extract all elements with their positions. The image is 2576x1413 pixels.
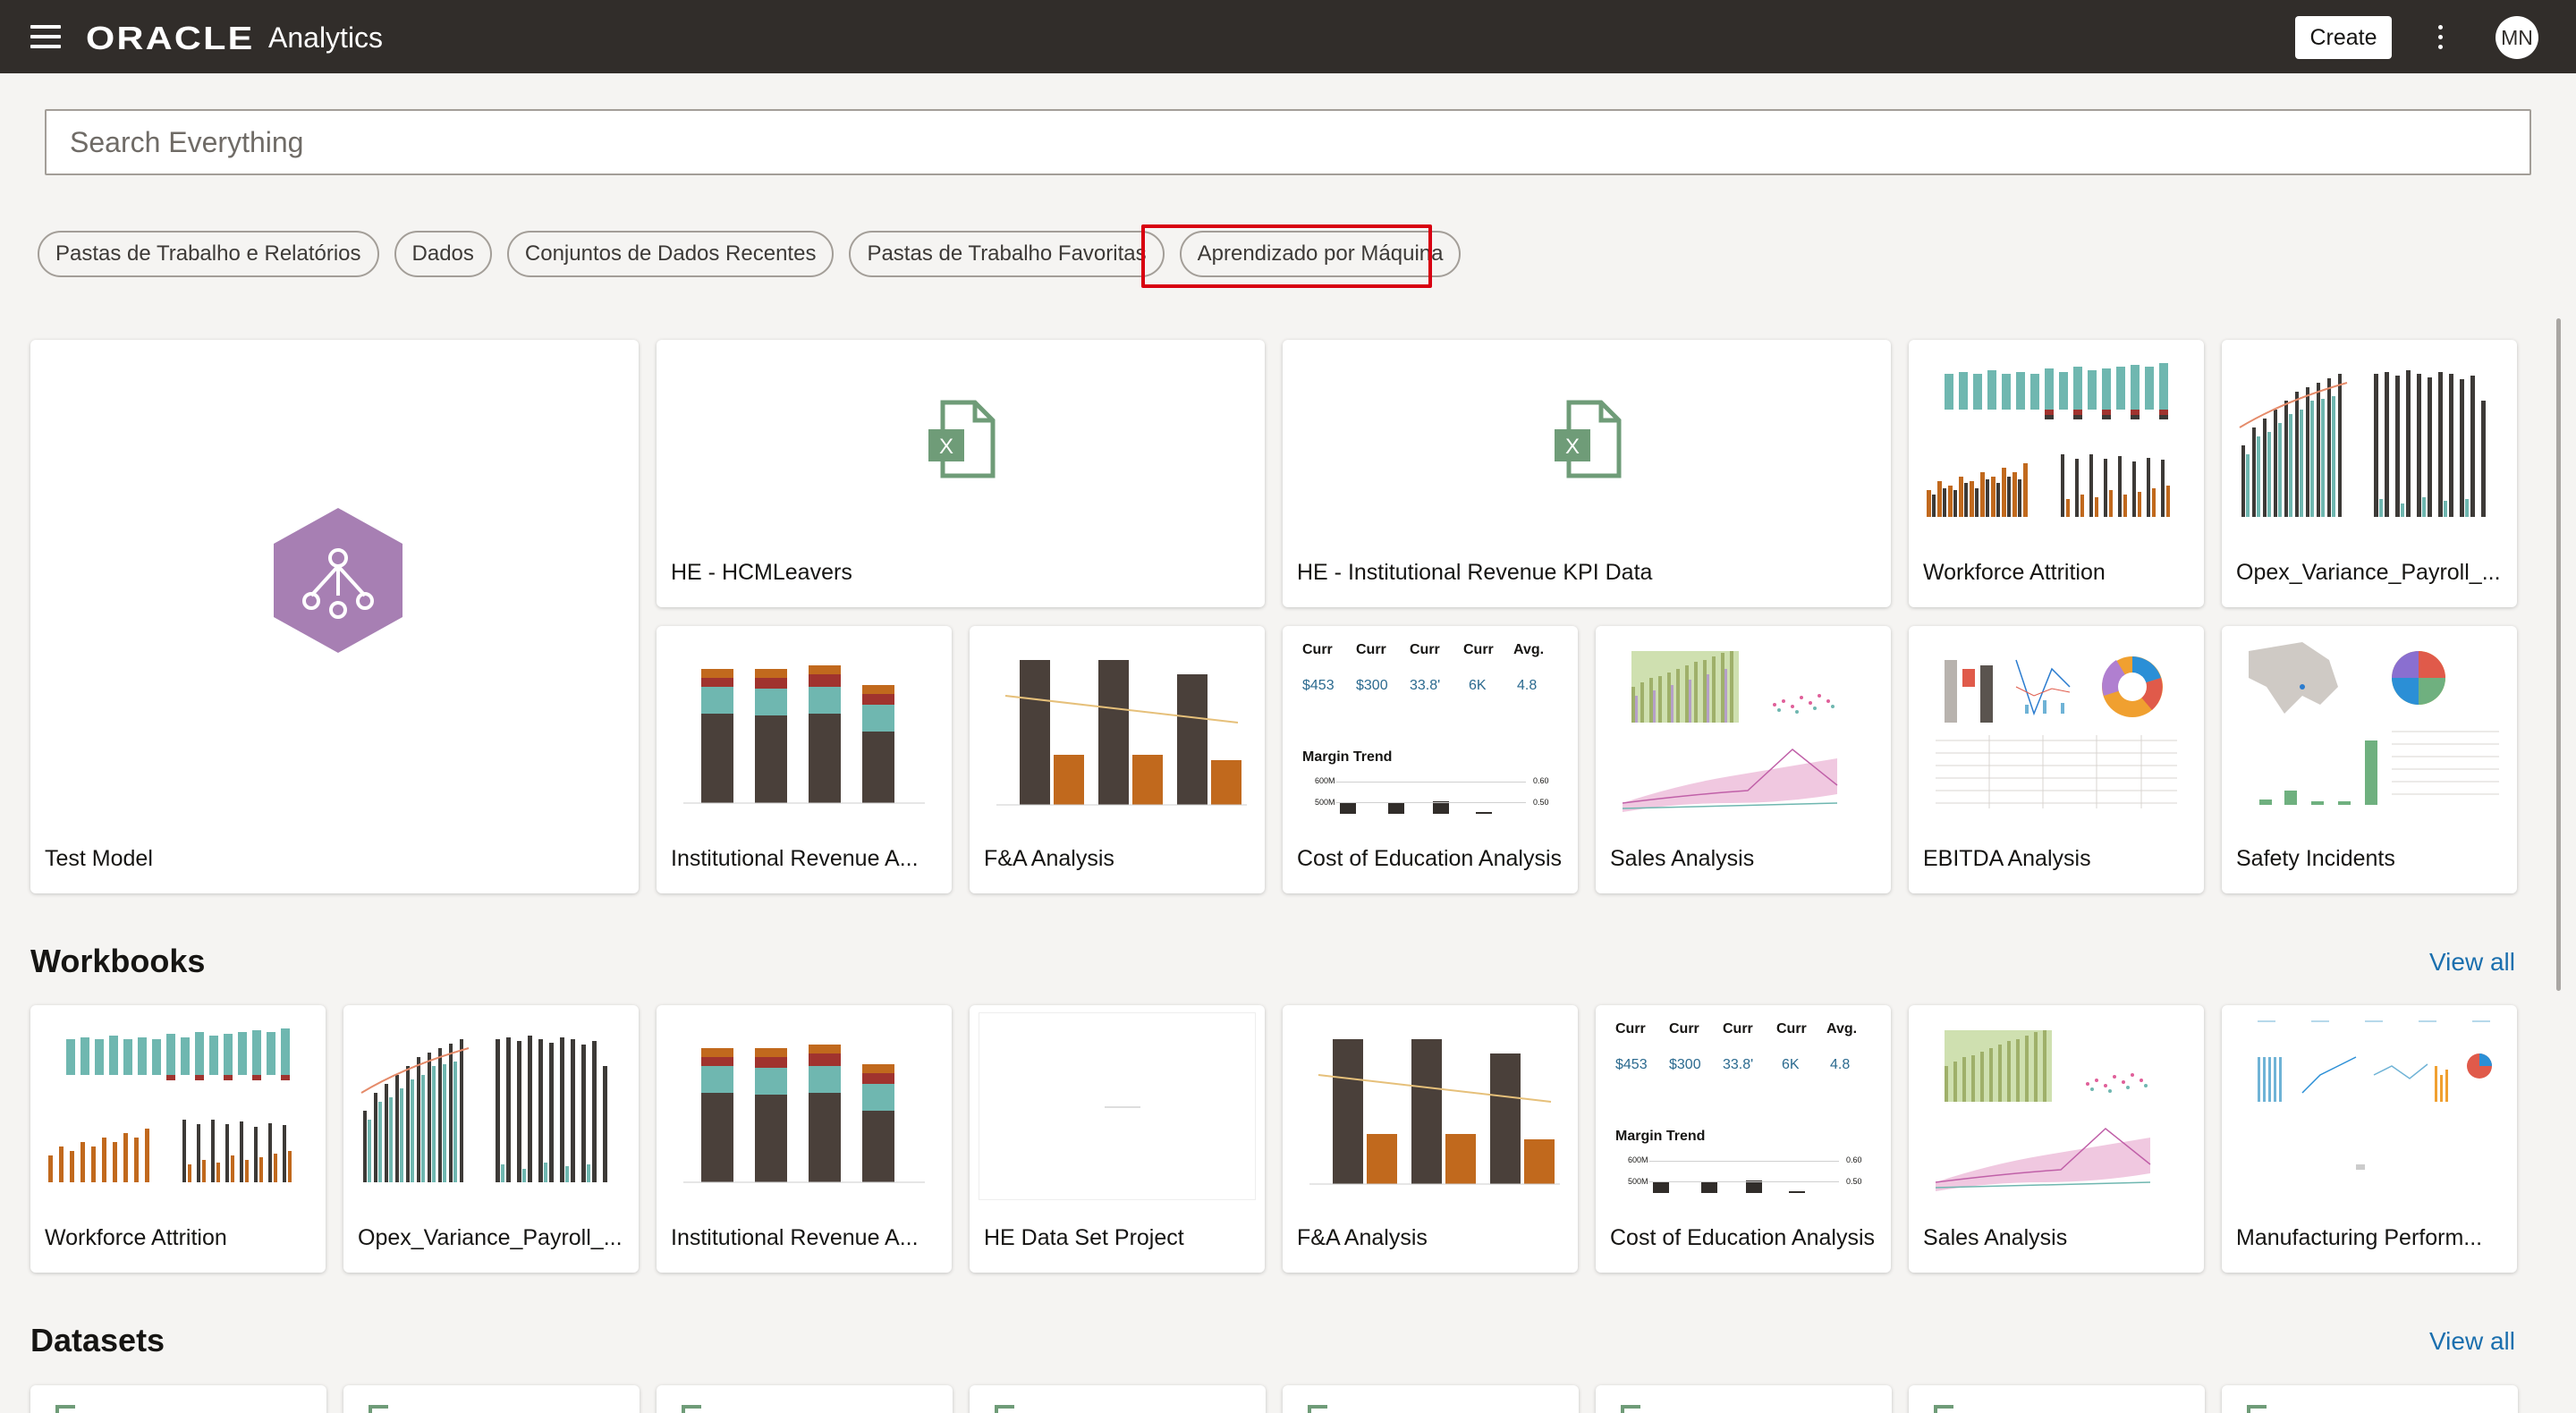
recent-card-institutional-revenue-kpi[interactable]: X HE - Institutional Revenue KPI Data xyxy=(1283,340,1891,607)
workbooks-view-all-link[interactable]: View all xyxy=(2429,948,2515,977)
workbook-card-fa-analysis[interactable]: F&A Analysis xyxy=(1283,1005,1578,1273)
workbook-card-sales-analysis[interactable]: Sales Analysis xyxy=(1909,1005,2204,1273)
card-title: Opex_Variance_Payroll_... xyxy=(2236,560,2501,585)
more-options-icon[interactable] xyxy=(2431,21,2449,54)
datasets-view-all-link[interactable]: View all xyxy=(2429,1327,2515,1356)
thumbnail-ebitda-analysis xyxy=(1918,633,2195,821)
app-name: Analytics xyxy=(268,21,384,54)
dataset-icon xyxy=(369,1405,388,1413)
workbook-card-he-data-set-project[interactable]: HE Data Set Project xyxy=(970,1005,1265,1273)
card-title: Institutional Revenue A... xyxy=(671,846,919,871)
excel-file-icon: X xyxy=(928,400,996,478)
dataset-icon xyxy=(1934,1405,1953,1413)
thumbnail-institutional-revenue xyxy=(665,633,943,821)
card-title: HE - HCMLeavers xyxy=(671,560,852,585)
search-input[interactable] xyxy=(45,109,2531,175)
datasets-heading: Datasets xyxy=(30,1322,165,1358)
dataset-card[interactable] xyxy=(657,1385,953,1413)
workbook-card-institutional-revenue[interactable]: Institutional Revenue A... xyxy=(657,1005,952,1273)
recent-card-sales-analysis[interactable]: Sales Analysis xyxy=(1596,626,1891,893)
workbook-card-opex-variance[interactable]: Opex_Variance_Payroll_... xyxy=(343,1005,639,1273)
card-title: Workforce Attrition xyxy=(1923,560,2106,585)
recent-card-ebitda-analysis[interactable]: EBITDA Analysis xyxy=(1909,626,2204,893)
dataset-icon xyxy=(682,1405,701,1413)
thumbnail-opex-variance xyxy=(2231,347,2508,535)
dataset-card[interactable] xyxy=(30,1385,326,1413)
recent-card-institutional-revenue[interactable]: Institutional Revenue A... xyxy=(657,626,952,893)
dataset-card[interactable] xyxy=(1909,1385,2205,1413)
chip-machine-learning[interactable]: Aprendizado por Máquina xyxy=(1179,231,1462,277)
chip-recent-datasets[interactable]: Conjuntos de Dados Recentes xyxy=(506,231,835,277)
recent-card-hcmleavers[interactable]: X HE - HCMLeavers xyxy=(657,340,1265,607)
recent-card-opex-variance[interactable]: Opex_Variance_Payroll_... xyxy=(2222,340,2517,607)
recent-card-fa-analysis[interactable]: F&A Analysis xyxy=(970,626,1265,893)
create-button[interactable]: Create xyxy=(2295,16,2392,59)
recent-card-workforce-attrition[interactable]: Workforce Attrition xyxy=(1909,340,2204,607)
thumbnail-sales-analysis xyxy=(1918,1012,2195,1200)
thumbnail-manufacturing xyxy=(2231,1012,2508,1200)
thumbnail-workforce-attrition xyxy=(39,1012,317,1200)
thumbnail-safety-incidents xyxy=(2231,633,2508,821)
recent-card-test-model[interactable]: Test Model xyxy=(30,340,639,893)
dataset-icon xyxy=(1621,1405,1640,1413)
workbook-card-workforce-attrition[interactable]: Workforce Attrition xyxy=(30,1005,326,1273)
card-title: Safety Incidents xyxy=(2236,846,2395,871)
thumbnail-workforce-attrition xyxy=(1918,347,2195,535)
dataset-icon xyxy=(1308,1405,1327,1413)
excel-file-icon: X xyxy=(1555,400,1622,478)
kpi-thumbnail: Curr Curr Curr Curr Avg. $453 $300 33.8'… xyxy=(1283,626,1578,832)
dataset-icon xyxy=(2247,1405,2267,1413)
chip-data[interactable]: Dados xyxy=(394,231,492,277)
dataset-card[interactable] xyxy=(1596,1385,1892,1413)
card-title: Test Model xyxy=(45,846,153,871)
card-title: HE - Institutional Revenue KPI Data xyxy=(1297,560,1653,585)
card-title: Cost of Education Analysis xyxy=(1610,1225,1875,1250)
dataset-card[interactable] xyxy=(2222,1385,2518,1413)
svg-text:X: X xyxy=(939,435,953,459)
card-title: Manufacturing Perform... xyxy=(2236,1225,2483,1250)
user-avatar[interactable]: MN xyxy=(2496,16,2538,59)
chip-workbooks-reports[interactable]: Pastas de Trabalho e Relatórios xyxy=(38,231,379,277)
card-title: HE Data Set Project xyxy=(984,1225,1184,1250)
svg-text:X: X xyxy=(1565,435,1580,459)
card-title: Cost of Education Analysis xyxy=(1297,846,1562,871)
hamburger-menu-icon[interactable] xyxy=(30,25,61,48)
page-scrollbar[interactable] xyxy=(2556,318,2561,991)
thumbnail-opex-variance xyxy=(352,1012,630,1200)
card-title: Opex_Variance_Payroll_... xyxy=(358,1225,623,1250)
thumbnail-fa-analysis xyxy=(1292,1012,1569,1200)
dataset-card[interactable] xyxy=(343,1385,640,1413)
thumbnail-institutional-revenue xyxy=(665,1012,943,1200)
kpi-thumbnail: Curr Curr Curr Curr Avg. $453 $300 33.8'… xyxy=(1596,1005,1891,1211)
oracle-logo: ORACLE xyxy=(86,20,255,56)
workbook-card-cost-of-education[interactable]: Curr Curr Curr Curr Avg. $453 $300 33.8'… xyxy=(1596,1005,1891,1273)
thumbnail-blank xyxy=(979,1012,1256,1200)
dataset-icon xyxy=(995,1405,1014,1413)
card-title: Sales Analysis xyxy=(1610,846,1755,871)
dataset-card[interactable] xyxy=(970,1385,1266,1413)
ml-model-icon xyxy=(274,508,402,653)
card-title: Sales Analysis xyxy=(1923,1225,2068,1250)
card-title: F&A Analysis xyxy=(1297,1225,1428,1250)
workbooks-heading: Workbooks xyxy=(30,943,206,979)
chip-favorite-workbooks[interactable]: Pastas de Trabalho Favoritas xyxy=(849,231,1165,277)
dataset-icon xyxy=(55,1405,75,1413)
card-title: Institutional Revenue A... xyxy=(671,1225,919,1250)
card-title: EBITDA Analysis xyxy=(1923,846,2091,871)
recent-card-safety-incidents[interactable]: Safety Incidents xyxy=(2222,626,2517,893)
workbook-card-manufacturing-performance[interactable]: Manufacturing Perform... xyxy=(2222,1005,2517,1273)
filter-chips: Pastas de Trabalho e Relatórios Dados Co… xyxy=(38,231,1462,277)
top-bar: ORACLE Analytics Create MN xyxy=(0,0,2576,73)
dataset-card[interactable] xyxy=(1283,1385,1579,1413)
thumbnail-sales-analysis xyxy=(1605,633,1882,821)
card-title: F&A Analysis xyxy=(984,846,1114,871)
thumbnail-fa-analysis xyxy=(979,633,1256,821)
card-title: Workforce Attrition xyxy=(45,1225,227,1250)
recent-card-cost-of-education[interactable]: Curr Curr Curr Curr Avg. $453 $300 33.8'… xyxy=(1283,626,1578,893)
